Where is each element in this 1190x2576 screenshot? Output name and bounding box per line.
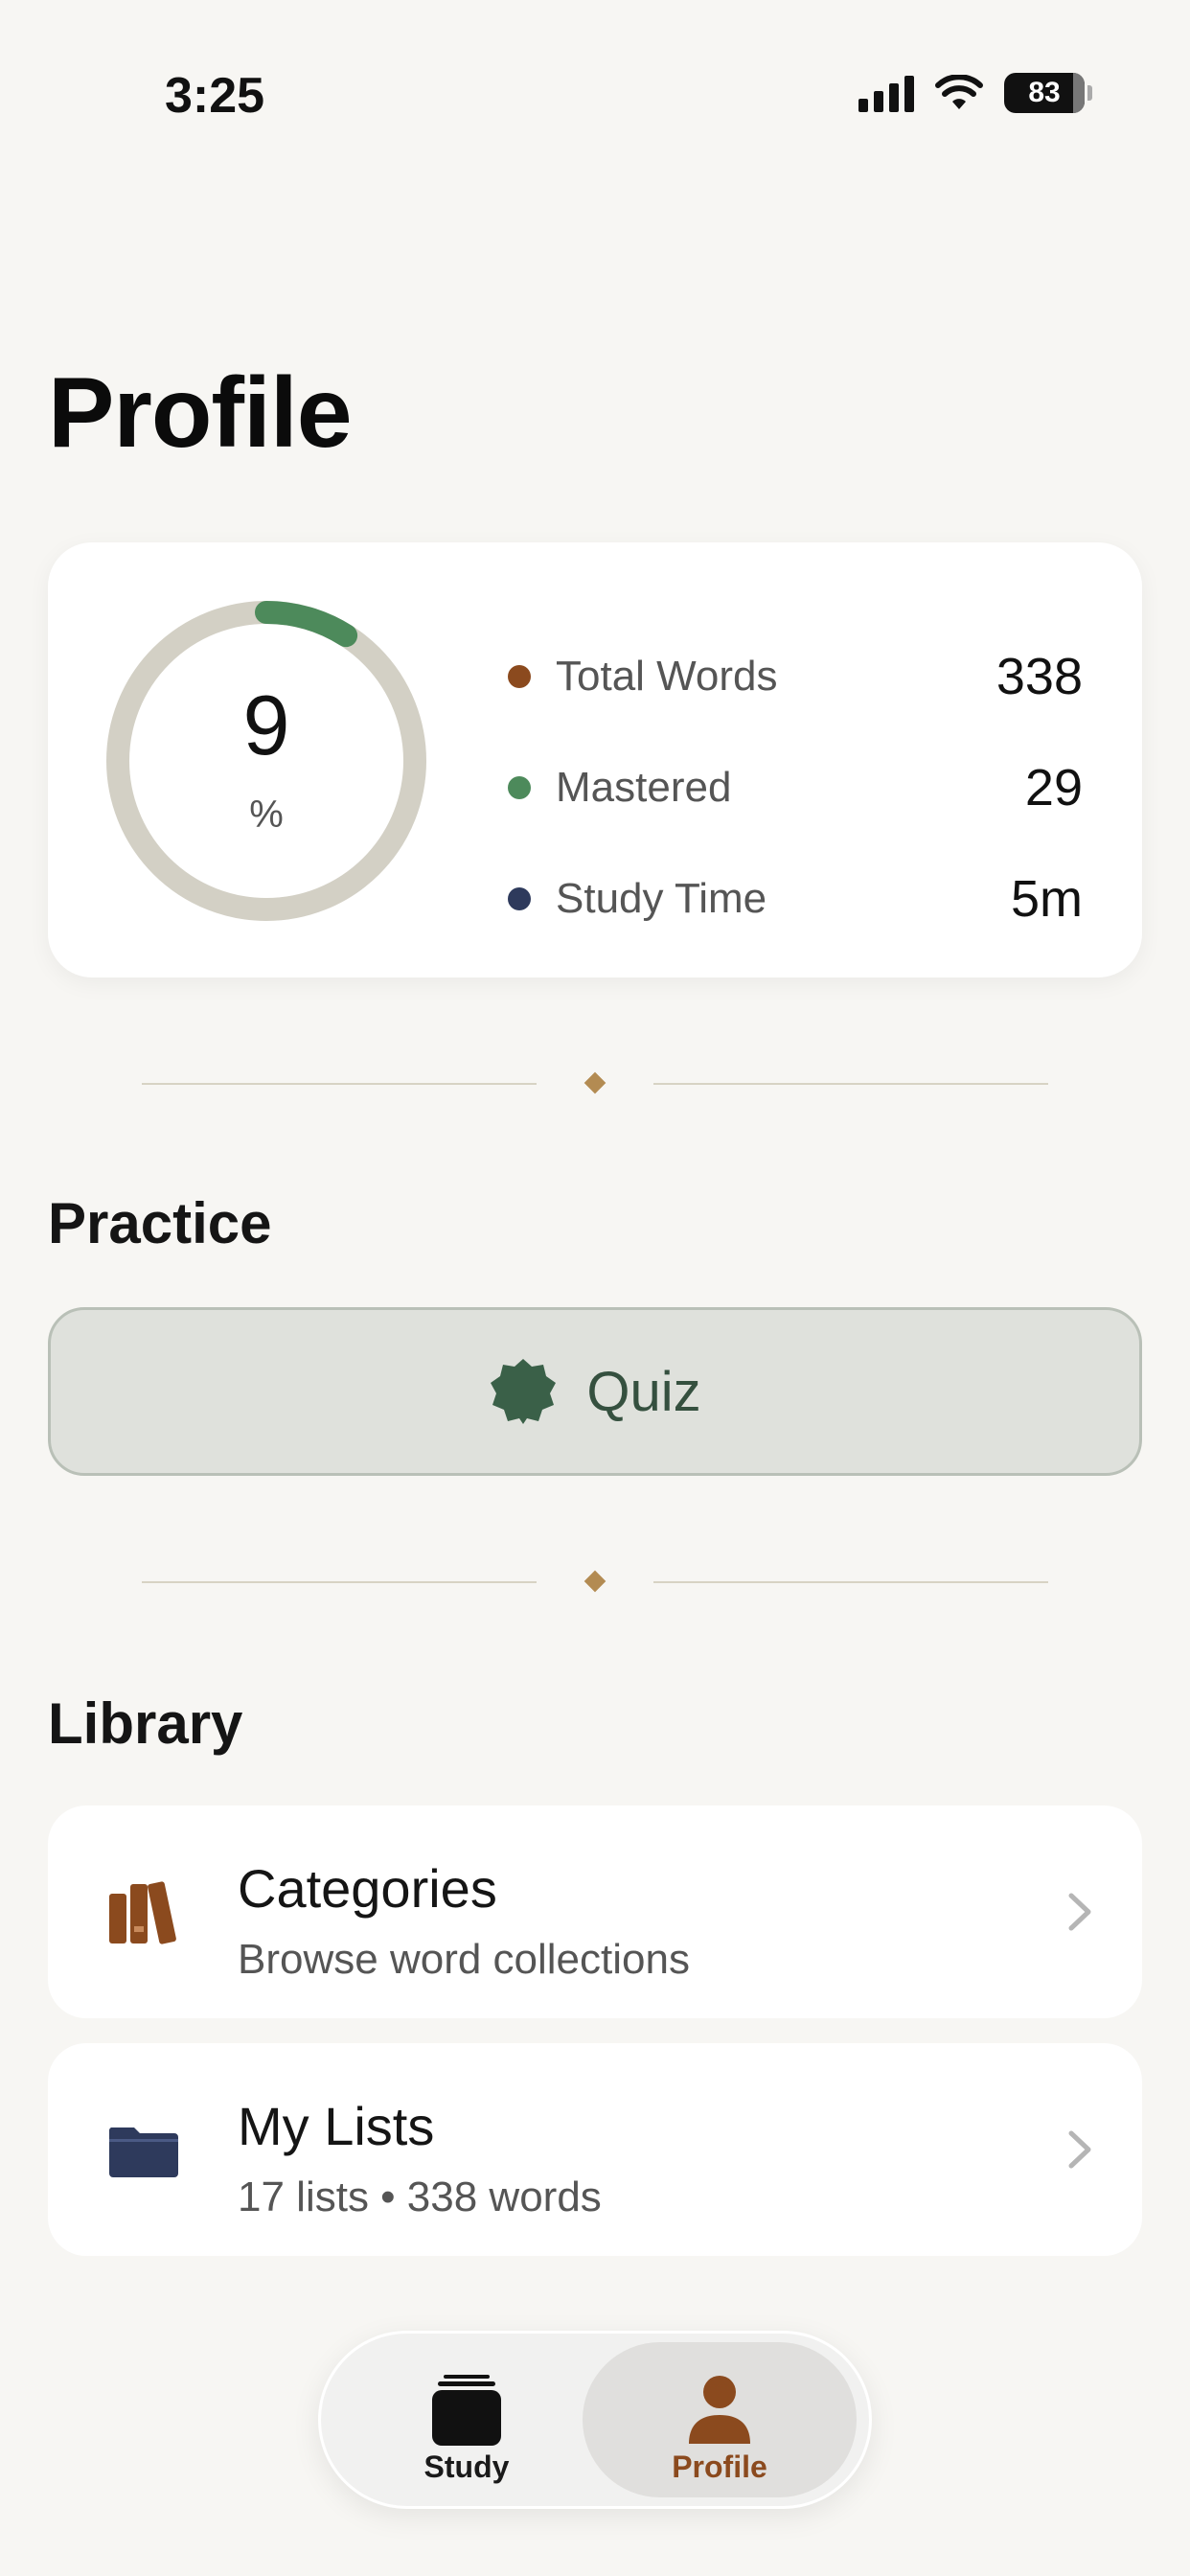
chevron-right-icon xyxy=(1068,1893,1091,1931)
stat-value: 29 xyxy=(1024,759,1083,816)
row-title: My Lists xyxy=(238,2096,435,2156)
tab-study[interactable]: Study xyxy=(330,2342,604,2497)
progress-value: 9 xyxy=(242,678,290,772)
cards-stack-icon xyxy=(432,2375,501,2446)
stat-label: Study Time xyxy=(556,875,767,922)
library-item-categories[interactable]: Categories Browse word collections xyxy=(48,1806,1142,2018)
status-icons: 83 xyxy=(858,73,1092,113)
progress-unit: % xyxy=(249,794,284,836)
wifi-icon xyxy=(935,75,983,109)
library-item-my-lists[interactable]: My Lists 17 lists • 338 words xyxy=(48,2043,1142,2256)
row-subtitle: Browse word collections xyxy=(238,1936,690,1983)
chevron-right-icon xyxy=(1068,2130,1091,2169)
stat-value: 5m xyxy=(1010,870,1083,928)
stat-total-words: Total Words 338 xyxy=(508,648,1083,705)
folder-icon xyxy=(108,2128,178,2177)
stat-label: Mastered xyxy=(556,764,732,811)
tab-bar: Study Profile xyxy=(318,2331,872,2509)
cellular-signal-icon xyxy=(858,74,914,112)
battery-level: 83 xyxy=(1028,77,1061,108)
stat-dot xyxy=(508,776,531,799)
tab-label: Profile xyxy=(672,2450,767,2484)
ornament-divider xyxy=(142,1070,1048,1098)
row-title: Categories xyxy=(238,1858,497,1919)
status-bar: 3:25 83 xyxy=(0,0,1190,192)
stat-study-time: Study Time 5m xyxy=(508,870,1083,928)
practice-section-title: Practice xyxy=(48,1191,272,1255)
books-icon xyxy=(109,1881,176,1944)
stat-label: Total Words xyxy=(556,653,778,700)
ornament-divider xyxy=(142,1568,1048,1597)
diamond-icon xyxy=(584,1570,606,1593)
quiz-label: Quiz xyxy=(586,1360,701,1423)
person-icon xyxy=(689,2376,750,2444)
stat-dot xyxy=(508,665,531,688)
tab-profile[interactable]: Profile xyxy=(583,2342,857,2497)
quiz-button[interactable]: Quiz xyxy=(48,1307,1142,1476)
stat-mastered: Mastered 29 xyxy=(508,759,1083,816)
battery-icon: 83 xyxy=(1004,73,1092,113)
status-time: 3:25 xyxy=(165,68,265,124)
tab-label: Study xyxy=(423,2450,510,2484)
stat-value: 338 xyxy=(995,648,1083,705)
stat-dot xyxy=(508,887,531,910)
library-section-title: Library xyxy=(48,1691,243,1756)
page-title: Profile xyxy=(48,357,353,469)
diamond-icon xyxy=(584,1071,606,1094)
stats-card: 9 % Total Words 338 Mastered 29 Study Ti… xyxy=(48,542,1142,978)
badge-icon xyxy=(491,1359,557,1424)
row-subtitle: 17 lists • 338 words xyxy=(238,2174,602,2220)
